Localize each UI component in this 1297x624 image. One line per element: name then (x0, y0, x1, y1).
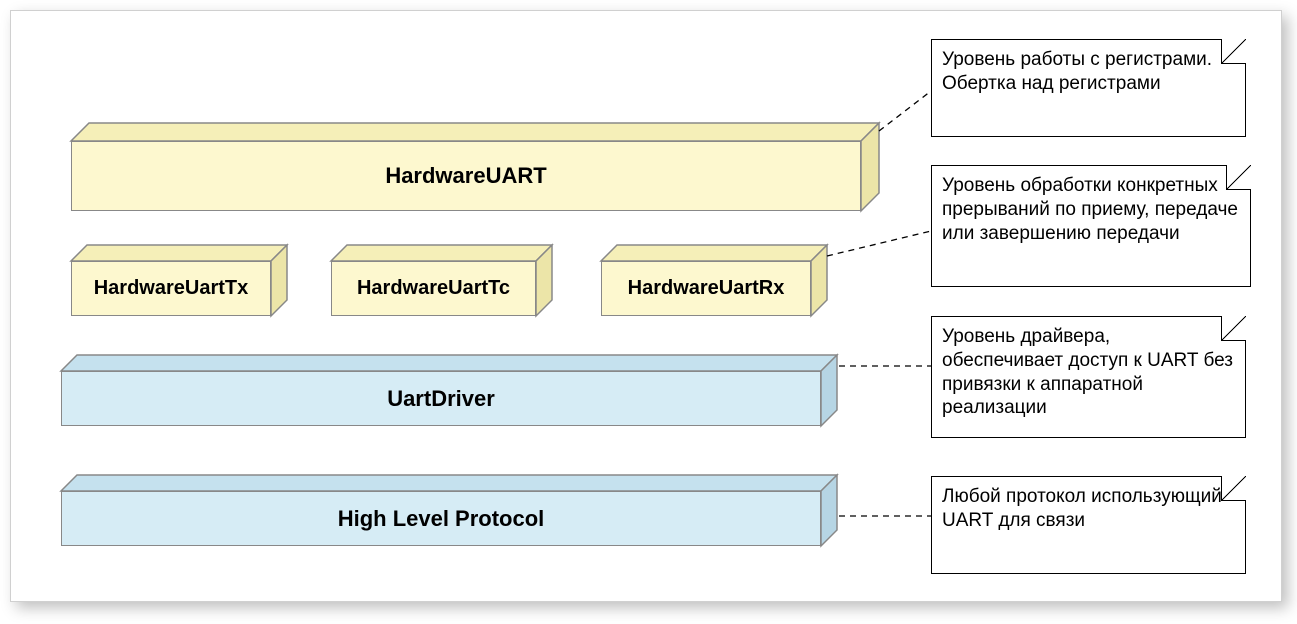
block-hardware-uart-tc: HardwareUartTc (331, 261, 536, 316)
note-text: Уровень драйвера, обеспечивает доступ к … (942, 326, 1233, 418)
block-label: UartDriver (387, 386, 495, 412)
block-label: HardwareUartTx (94, 277, 249, 300)
block-hardware-uart-rx: HardwareUartRx (601, 261, 811, 316)
note-interrupts: Уровень обработки конкретных прерываний … (931, 165, 1251, 287)
block-label: HardwareUartTc (357, 277, 510, 300)
note-registers: Уровень работы с регистрами. Обертка над… (931, 39, 1246, 137)
block-hardware-uart-tx: HardwareUartTx (71, 261, 271, 316)
note-text: Уровень работы с регистрами. Обертка над… (942, 49, 1212, 94)
block-label: HardwareUART (385, 163, 546, 189)
note-text: Уровень обработки конкретных прерываний … (942, 175, 1238, 244)
block-uart-driver: UartDriver (61, 371, 821, 426)
block-high-level-protocol: High Level Protocol (61, 491, 821, 546)
note-text: Любой протокол использующий UART для свя… (942, 486, 1222, 531)
block-hardware-uart: HardwareUART (71, 141, 861, 211)
note-driver: Уровень драйвера, обеспечивает доступ к … (931, 316, 1246, 438)
diagram-canvas: HardwareUART Уровень работы с регистрами… (10, 10, 1282, 602)
block-label: High Level Protocol (338, 506, 545, 532)
block-label: HardwareUartRx (628, 277, 785, 300)
note-protocol: Любой протокол использующий UART для свя… (931, 476, 1246, 574)
